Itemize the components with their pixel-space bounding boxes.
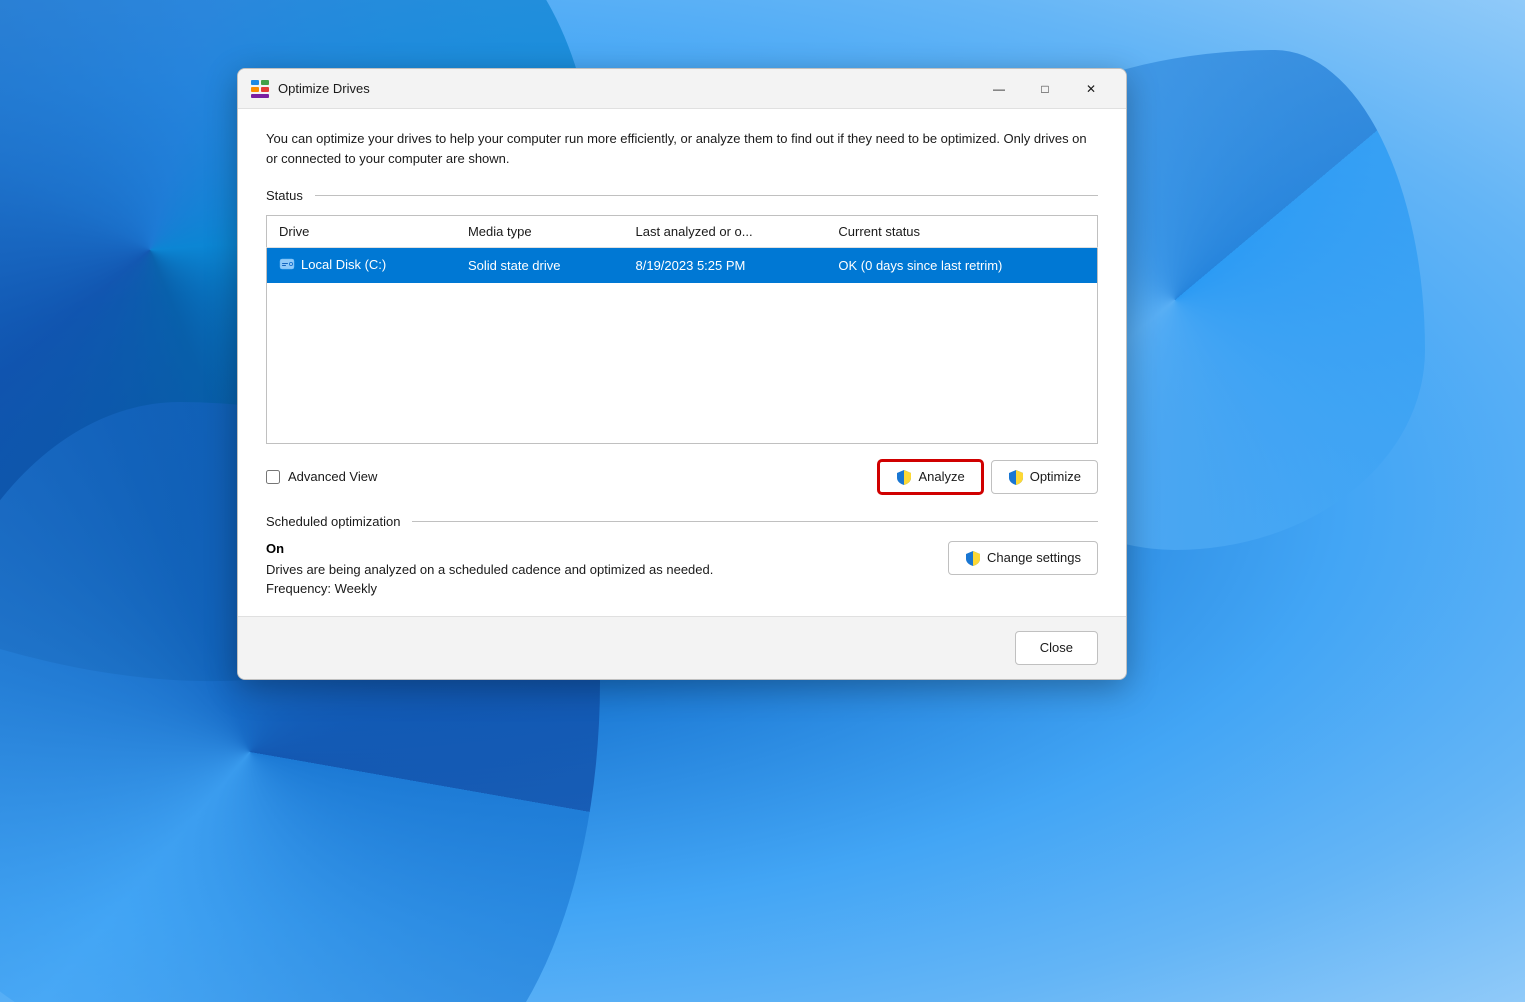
analyze-shield-icon [896, 469, 912, 485]
close-dialog-button[interactable]: Close [1015, 631, 1098, 665]
advanced-view-checkbox[interactable] [266, 470, 280, 484]
table-row[interactable]: Local Disk (C:) Solid state drive 8/19/2… [267, 248, 1098, 284]
window-controls: — □ ✕ [976, 73, 1114, 105]
optimize-button-label: Optimize [1030, 469, 1081, 484]
dialog-content: You can optimize your drives to help you… [238, 109, 1126, 616]
drive-name-wrapper: Local Disk (C:) [279, 256, 386, 272]
drives-table: Drive Media type Last analyzed or o... C… [266, 215, 1098, 444]
col-drive: Drive [267, 216, 456, 248]
col-last-analyzed: Last analyzed or o... [624, 216, 827, 248]
optimize-shield-icon [1008, 469, 1024, 485]
action-buttons: Analyze Optimize [878, 460, 1098, 494]
drive-name-cell: Local Disk (C:) [267, 248, 456, 284]
empty-table-area [267, 283, 1098, 443]
media-type-cell: Solid state drive [456, 248, 624, 284]
scheduled-description: Drives are being analyzed on a scheduled… [266, 562, 948, 577]
scheduled-section-title: Scheduled optimization [266, 514, 400, 529]
optimize-drives-dialog: Optimize Drives — □ ✕ You can optimize y… [237, 68, 1127, 680]
optimize-button[interactable]: Optimize [991, 460, 1098, 494]
dialog-footer: Close [238, 616, 1126, 679]
scheduled-section: On Drives are being analyzed on a schedu… [266, 541, 1098, 596]
change-settings-shield-icon [965, 550, 981, 566]
change-settings-label: Change settings [987, 550, 1081, 565]
advanced-view-label[interactable]: Advanced View [266, 469, 377, 484]
minimize-button[interactable]: — [976, 73, 1022, 105]
col-current-status: Current status [826, 216, 1097, 248]
title-bar: Optimize Drives — □ ✕ [238, 69, 1126, 109]
close-button[interactable]: ✕ [1068, 73, 1114, 105]
description-text: You can optimize your drives to help you… [266, 129, 1098, 168]
buttons-row: Advanced View Analyze Optimize [266, 460, 1098, 494]
scheduled-frequency: Frequency: Weekly [266, 581, 948, 596]
advanced-view-text: Advanced View [288, 469, 377, 484]
col-media-type: Media type [456, 216, 624, 248]
status-divider [315, 195, 1098, 196]
current-status-cell: OK (0 days since last retrim) [826, 248, 1097, 284]
analyze-button[interactable]: Analyze [878, 460, 982, 494]
scheduled-content: On Drives are being analyzed on a schedu… [266, 541, 1098, 596]
scheduled-divider [412, 521, 1098, 522]
scheduled-section-header: Scheduled optimization [266, 514, 1098, 529]
scheduled-info: On Drives are being analyzed on a schedu… [266, 541, 948, 596]
change-settings-button[interactable]: Change settings [948, 541, 1098, 575]
maximize-button[interactable]: □ [1022, 73, 1068, 105]
scheduled-on-label: On [266, 541, 948, 556]
drive-icon [279, 256, 295, 272]
status-section-title: Status [266, 188, 303, 203]
analyze-button-label: Analyze [918, 469, 964, 484]
status-section-header: Status [266, 188, 1098, 203]
last-analyzed-cell: 8/19/2023 5:25 PM [624, 248, 827, 284]
dialog-app-icon [250, 79, 270, 99]
dialog-title: Optimize Drives [278, 81, 976, 96]
